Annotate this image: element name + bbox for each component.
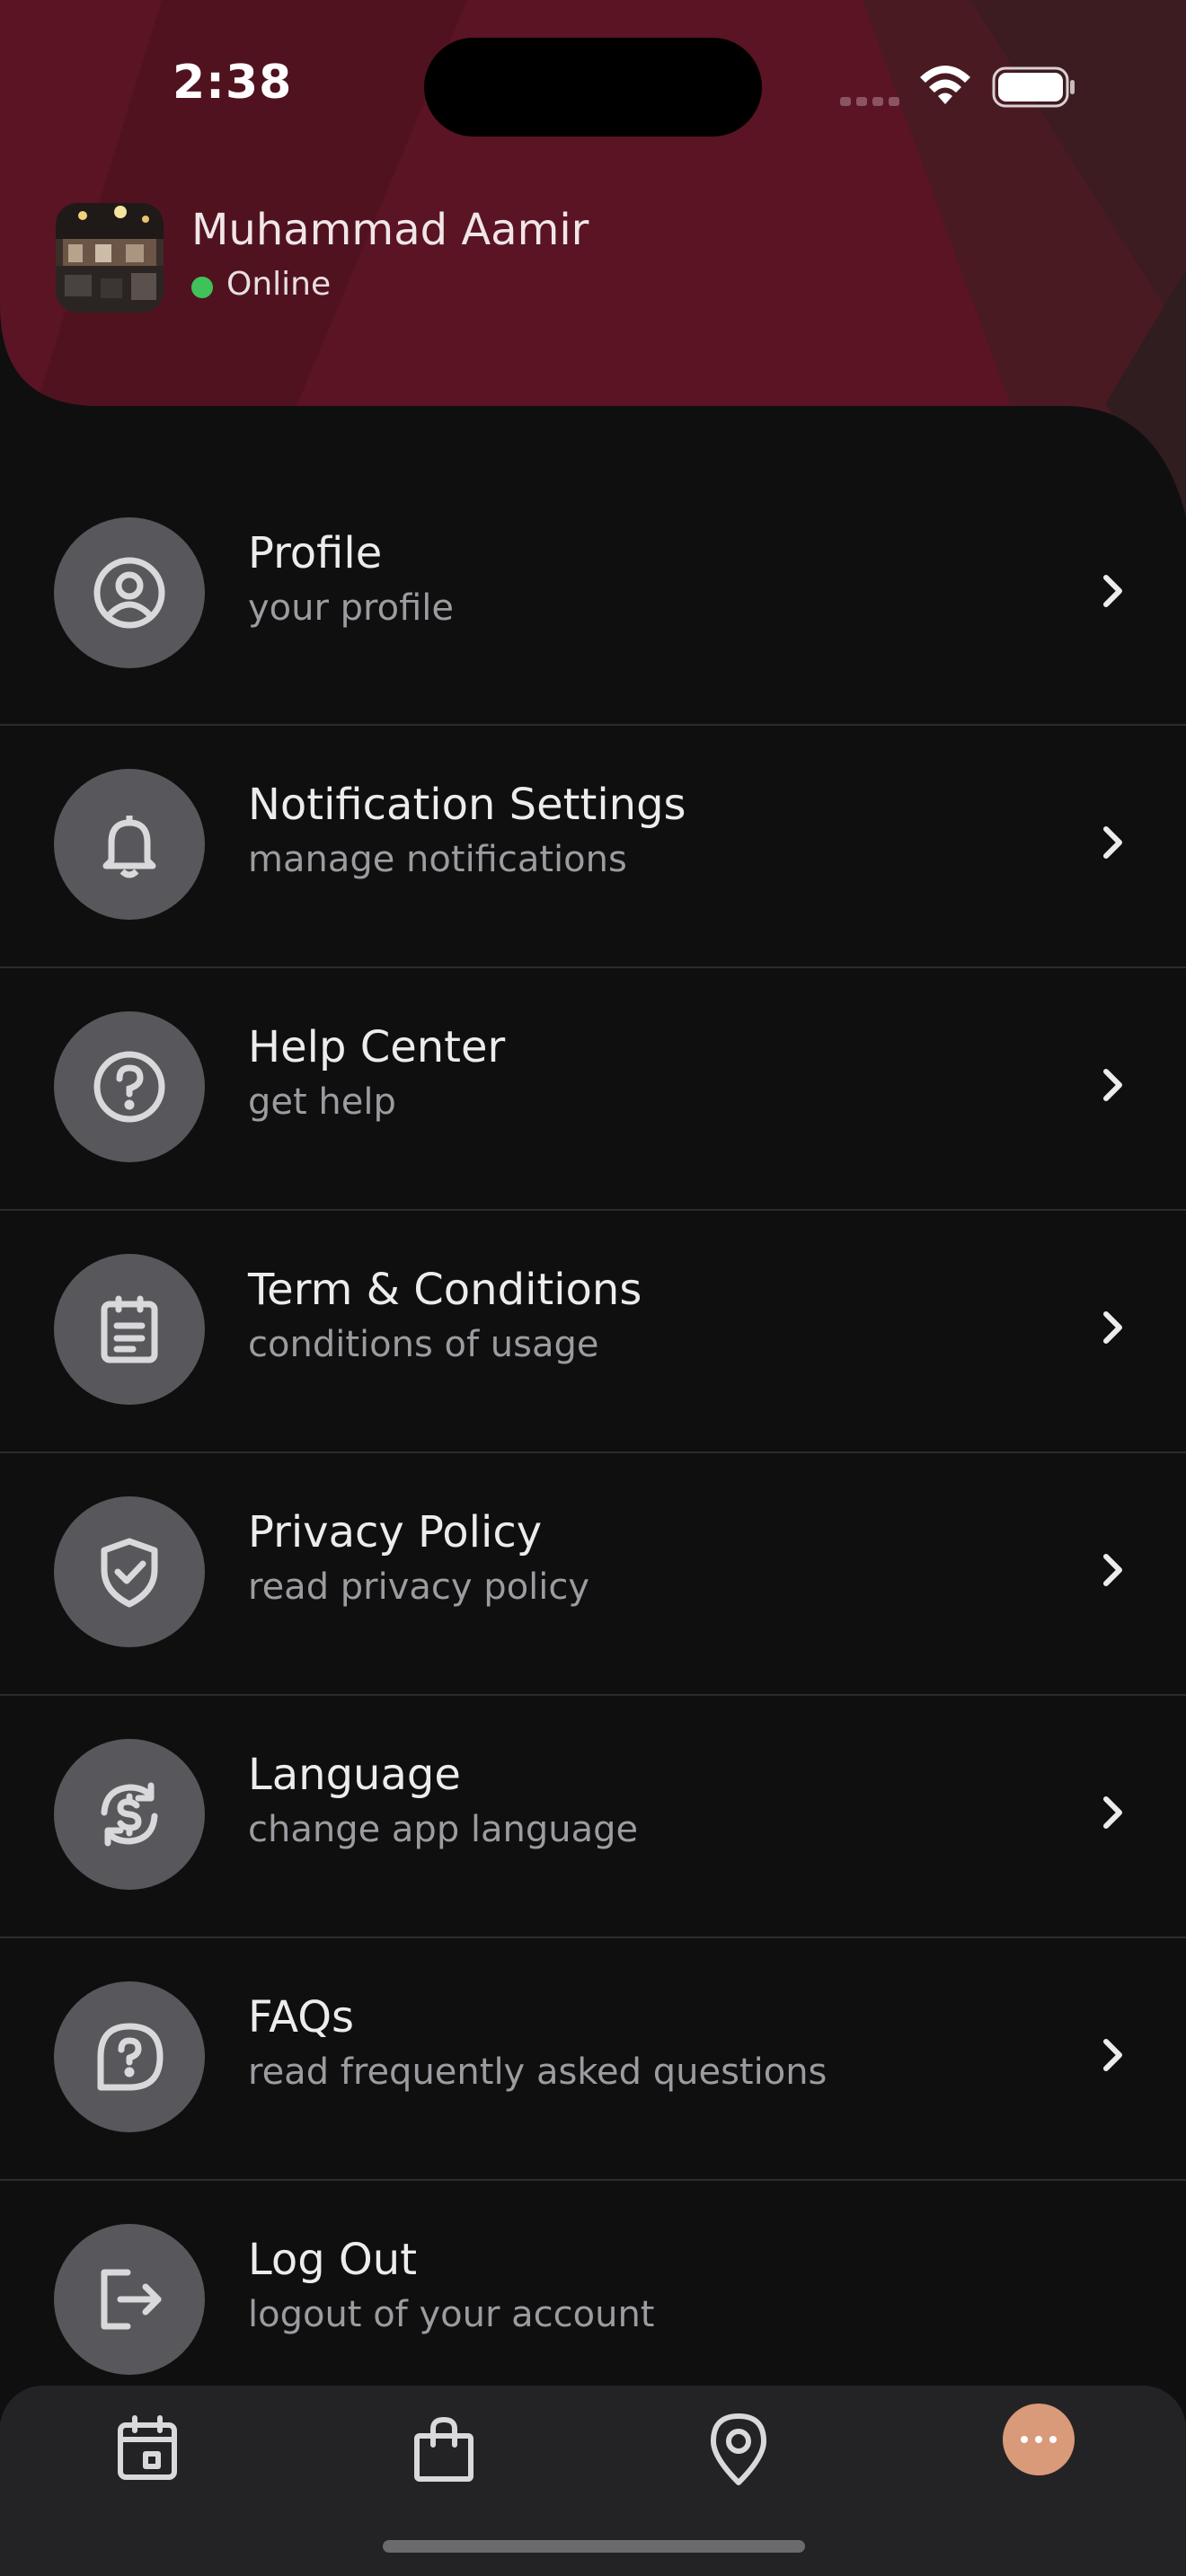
home-indicator [383,2540,805,2553]
battery-icon [992,66,1075,108]
menu-subtitle: read frequently asked questions [248,2051,828,2093]
menu-subtitle: read privacy policy [248,1566,590,1608]
menu-title: FAQs [248,1992,354,2042]
menu-subtitle: manage notifications [248,839,627,880]
menu-subtitle: get help [248,1081,396,1123]
menu-title: Language [248,1750,461,1800]
more-icon[interactable] [1003,2404,1075,2475]
menu-subtitle: change app language [248,1809,639,1850]
chevron-right-icon [1103,1069,1122,1101]
user-circle-icon [54,517,205,668]
shield-check-icon [54,1496,205,1647]
wifi-icon [920,66,970,104]
bell-icon [54,769,205,920]
chevron-right-icon [1103,2039,1122,2071]
chevron-right-icon [1103,575,1122,607]
menu-title: Profile [248,528,383,578]
menu-title: Log Out [248,2235,418,2285]
chevron-right-icon [1103,1796,1122,1829]
chevron-right-icon [1103,1554,1122,1586]
user-name: Muhammad Aamir [191,205,589,255]
dynamic-island [424,38,762,137]
menu-subtitle: conditions of usage [248,1324,599,1365]
menu-subtitle: your profile [248,587,455,629]
menu-item-faqs[interactable]: FAQs read frequently asked questions [0,1940,1186,2181]
clipboard-icon [54,1254,205,1405]
menu-title: Term & Conditions [248,1265,642,1315]
avatar[interactable] [56,203,164,313]
question-chat-icon [54,1981,205,2132]
menu-item-help-center[interactable]: Help Center get help [0,970,1186,1211]
online-status-dot [191,277,213,298]
calendar-icon[interactable] [102,2404,192,2493]
profile-header: 2:38 Muhammad Aamir Online [0,0,1186,516]
menu-item-notification-settings[interactable]: Notification Settings manage notificatio… [0,728,1186,968]
chevron-right-icon [1103,826,1122,859]
currency-exchange-icon [54,1739,205,1890]
menu-item-profile[interactable]: Profile your profile [0,485,1186,726]
chevron-right-icon [1103,1311,1122,1344]
menu-title: Notification Settings [248,780,686,830]
online-status-label: Online [226,266,332,303]
menu-item-privacy-policy[interactable]: Privacy Policy read privacy policy [0,1455,1186,1696]
menu-subtitle: logout of your account [248,2294,655,2335]
question-circle-icon [54,1011,205,1162]
status-time: 2:38 [173,56,293,110]
menu-item-language[interactable]: Language change app language [0,1698,1186,1938]
menu-title: Help Center [248,1022,506,1072]
location-pin-icon[interactable] [694,2404,783,2493]
menu-title: Privacy Policy [248,1507,543,1557]
shopping-bag-icon[interactable] [399,2404,489,2493]
logout-icon [54,2224,205,2375]
menu-item-terms-conditions[interactable]: Term & Conditions conditions of usage [0,1213,1186,1453]
cellular-signal-icon [840,97,899,106]
